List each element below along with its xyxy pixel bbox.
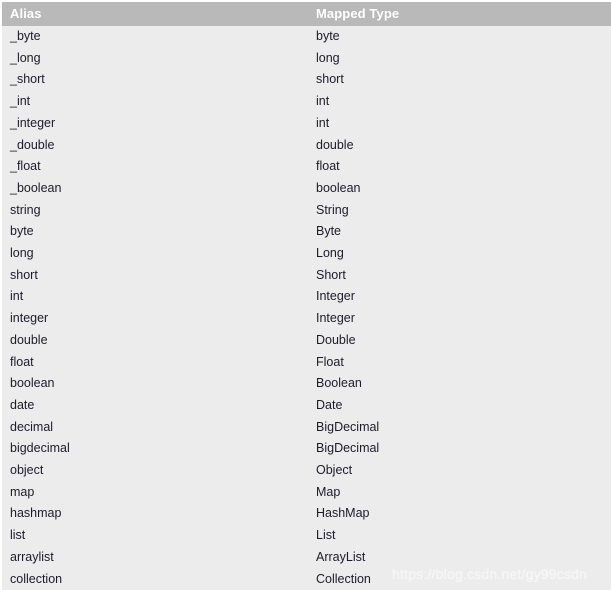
- table-row[interactable]: _boolean boolean: [2, 177, 611, 200]
- cell-alias: byte: [2, 221, 308, 244]
- cell-mapped-type: Boolean: [308, 373, 611, 395]
- cell-alias: boolean: [2, 373, 308, 395]
- table-row[interactable]: bigdecimal BigDecimal: [2, 438, 611, 461]
- cell-alias: arraylist: [2, 546, 308, 569]
- cell-alias: date: [2, 394, 308, 417]
- cell-mapped-type: HashMap: [308, 503, 611, 526]
- cell-alias: object: [2, 460, 308, 482]
- cell-alias: _double: [2, 134, 308, 157]
- cell-alias: _short: [2, 69, 308, 92]
- table-row[interactable]: collection Collection: [2, 568, 611, 591]
- table-row[interactable]: object Object: [2, 460, 611, 482]
- cell-alias: bigdecimal: [2, 438, 308, 461]
- cell-alias: _boolean: [2, 177, 308, 200]
- table-container: Alias Mapped Type _byte byte _long long _sho…: [0, 0, 611, 595]
- table-row[interactable]: _float float: [2, 156, 611, 178]
- column-header-alias[interactable]: Alias: [2, 2, 308, 26]
- cell-mapped-type: Double: [308, 329, 611, 352]
- table-row[interactable]: float Float: [2, 351, 611, 374]
- table-row[interactable]: list List: [2, 525, 611, 547]
- cell-mapped-type: Short: [308, 264, 611, 287]
- cell-mapped-type: BigDecimal: [308, 438, 611, 461]
- cell-alias: list: [2, 525, 308, 547]
- cell-mapped-type: boolean: [308, 177, 611, 200]
- cell-mapped-type: Byte: [308, 221, 611, 244]
- table-row[interactable]: long Long: [2, 243, 611, 265]
- table-row[interactable]: decimal BigDecimal: [2, 416, 611, 439]
- cell-mapped-type: Float: [308, 351, 611, 374]
- cell-alias: float: [2, 351, 308, 374]
- column-header-mapped-type[interactable]: Mapped Type: [308, 2, 611, 26]
- cell-mapped-type: ArrayList: [308, 546, 611, 569]
- table-header: Alias Mapped Type: [2, 2, 611, 26]
- cell-mapped-type: long: [308, 47, 611, 70]
- table-row[interactable]: _int int: [2, 91, 611, 113]
- table-row[interactable]: integer Integer: [2, 308, 611, 330]
- cell-mapped-type: BigDecimal: [308, 416, 611, 439]
- table-row[interactable]: byte Byte: [2, 221, 611, 244]
- alias-to-mapped-type-table: Alias Mapped Type _byte byte _long long _sho…: [2, 2, 611, 591]
- cell-mapped-type: Collection: [308, 568, 611, 591]
- table-row[interactable]: string String: [2, 199, 611, 222]
- cell-alias: hashmap: [2, 503, 308, 526]
- table-row[interactable]: arraylist ArrayList: [2, 546, 611, 569]
- cell-mapped-type: double: [308, 134, 611, 157]
- table-row[interactable]: int Integer: [2, 286, 611, 309]
- table-row[interactable]: _double double: [2, 134, 611, 157]
- cell-alias: decimal: [2, 416, 308, 439]
- cell-mapped-type: int: [308, 91, 611, 113]
- cell-mapped-type: Integer: [308, 286, 611, 309]
- cell-mapped-type: String: [308, 199, 611, 222]
- cell-mapped-type: short: [308, 69, 611, 92]
- cell-alias: collection: [2, 568, 308, 591]
- cell-alias: short: [2, 264, 308, 287]
- cell-mapped-type: Long: [308, 243, 611, 265]
- table-row[interactable]: hashmap HashMap: [2, 503, 611, 526]
- cell-alias: _float: [2, 156, 308, 178]
- table-row[interactable]: _integer int: [2, 112, 611, 135]
- table-row[interactable]: _long long: [2, 47, 611, 70]
- cell-mapped-type: Map: [308, 481, 611, 504]
- cell-mapped-type: List: [308, 525, 611, 547]
- table-row[interactable]: date Date: [2, 394, 611, 417]
- table-row[interactable]: map Map: [2, 481, 611, 504]
- table-row[interactable]: _byte byte: [2, 26, 611, 48]
- cell-alias: _int: [2, 91, 308, 113]
- table-header-row: Alias Mapped Type: [2, 2, 611, 26]
- cell-alias: map: [2, 481, 308, 504]
- cell-mapped-type: Date: [308, 394, 611, 417]
- cell-alias: _integer: [2, 112, 308, 135]
- cell-mapped-type: Object: [308, 460, 611, 482]
- table-row[interactable]: short Short: [2, 264, 611, 287]
- cell-alias: long: [2, 243, 308, 265]
- cell-alias: double: [2, 329, 308, 352]
- table-body: _byte byte _long long _short short _int int _int…: [2, 26, 611, 591]
- table-row[interactable]: boolean Boolean: [2, 373, 611, 395]
- table-row[interactable]: _short short: [2, 69, 611, 92]
- cell-mapped-type: Integer: [308, 308, 611, 330]
- table-row[interactable]: double Double: [2, 329, 611, 352]
- cell-mapped-type: int: [308, 112, 611, 135]
- cell-alias: integer: [2, 308, 308, 330]
- cell-alias: _byte: [2, 26, 308, 48]
- cell-alias: int: [2, 286, 308, 309]
- cell-mapped-type: float: [308, 156, 611, 178]
- cell-alias: _long: [2, 47, 308, 70]
- cell-alias: string: [2, 199, 308, 222]
- cell-mapped-type: byte: [308, 26, 611, 48]
